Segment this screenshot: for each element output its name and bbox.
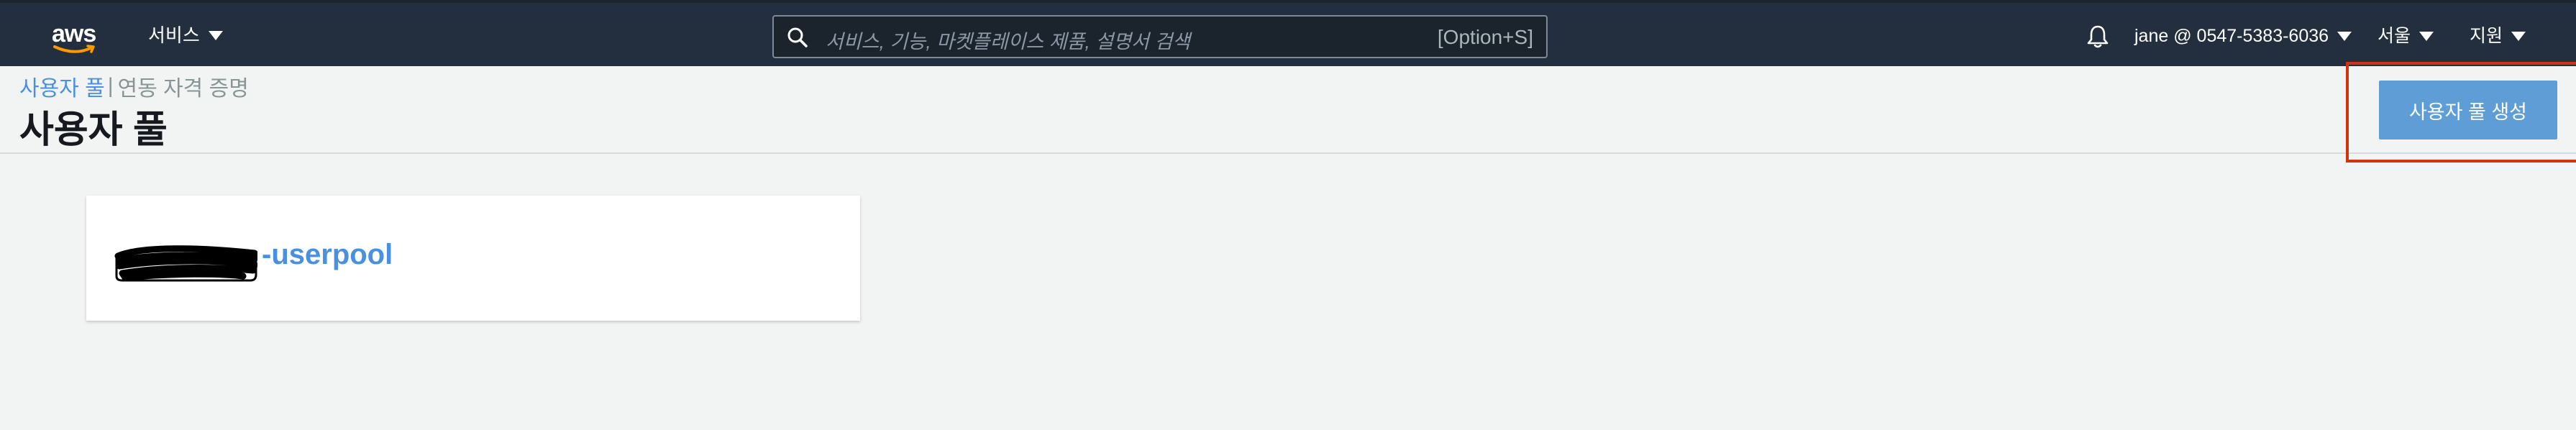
- services-menu[interactable]: 서비스: [148, 24, 223, 46]
- search-input[interactable]: 서비스, 기능, 마켓플레이스 제품, 설명서 검색 [Option+S]: [772, 15, 1548, 58]
- search-placeholder: 서비스, 기능, 마켓플레이스 제품, 설명서 검색: [826, 31, 1191, 52]
- support-menu[interactable]: 지원: [2470, 25, 2526, 47]
- account-menu[interactable]: jane @ 0547-5383-6036: [2134, 25, 2352, 47]
- region-menu-label: 서울: [2378, 26, 2411, 46]
- support-menu-label: 지원: [2470, 26, 2503, 46]
- account-menu-label: jane @ 0547-5383-6036: [2134, 26, 2329, 46]
- page-title: 사용자 풀: [19, 109, 168, 151]
- chevron-down-icon: [2419, 31, 2434, 41]
- user-pool-name-suffix: -userpool: [262, 239, 393, 270]
- search-shortcut-hint: [Option+S]: [1437, 26, 1533, 48]
- breadcrumb-federated-identities[interactable]: 연동 자격 증명: [118, 70, 249, 102]
- breadcrumb-user-pools[interactable]: 사용자 풀: [19, 70, 105, 102]
- services-menu-label: 서비스: [148, 24, 200, 46]
- search-icon: [787, 27, 808, 47]
- aws-logo[interactable]: aws: [50, 19, 101, 55]
- chevron-down-icon: [2337, 31, 2352, 41]
- redaction-scribble: [114, 245, 257, 282]
- region-menu[interactable]: 서울: [2378, 25, 2434, 47]
- create-user-pool-button[interactable]: 사용자 풀 생성: [2379, 81, 2557, 139]
- chevron-down-icon: [2511, 31, 2526, 41]
- chevron-down-icon: [208, 30, 223, 40]
- bell-icon[interactable]: [2086, 24, 2110, 49]
- user-pool-card[interactable]: -userpool: [86, 196, 860, 321]
- top-navigation-bar: aws 서비스 서비스, 기능, 마켓플레이스 제품, 설명서 검색 [Opti…: [0, 0, 2576, 66]
- breadcrumb: 사용자 풀 | 연동 자격 증명: [19, 70, 249, 102]
- breadcrumb-separator: |: [107, 74, 114, 98]
- aws-smile-icon: [53, 45, 95, 53]
- header-divider: [0, 152, 2576, 154]
